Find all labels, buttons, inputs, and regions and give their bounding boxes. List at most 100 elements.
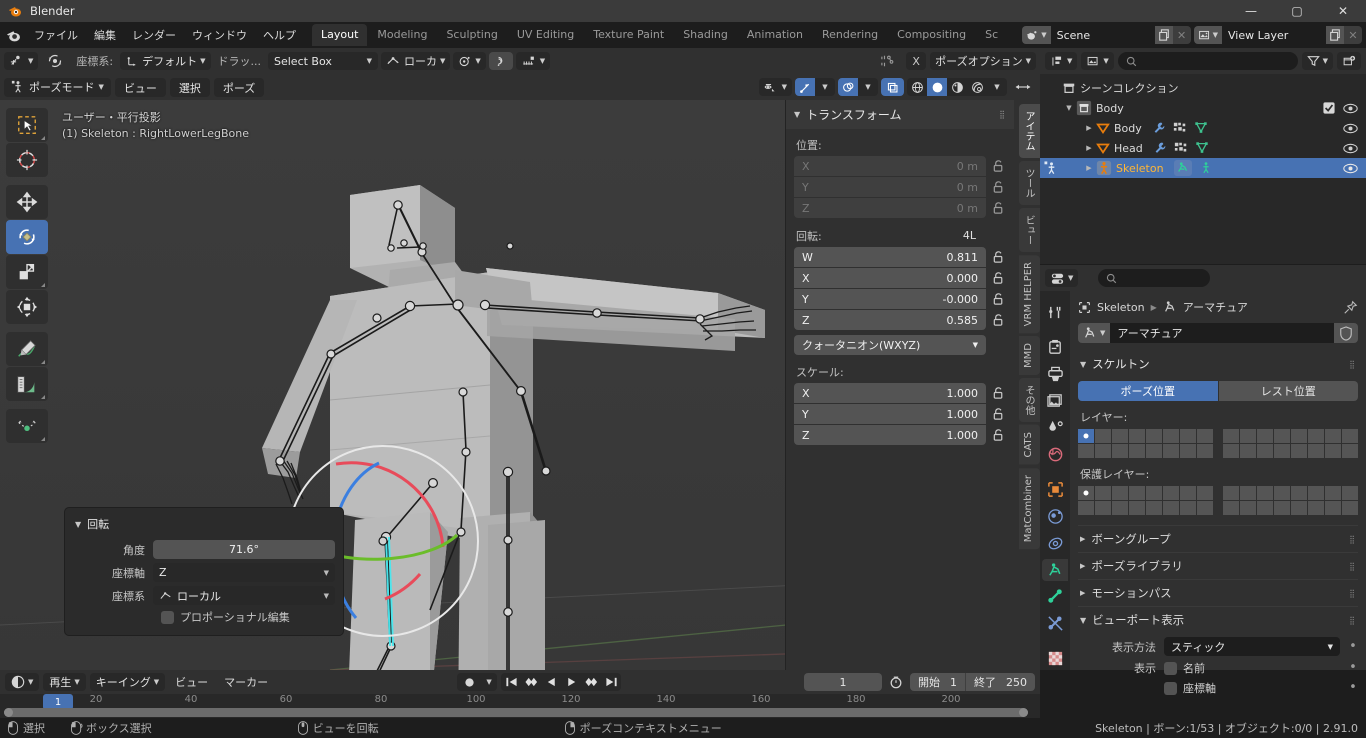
vertex-group-icon[interactable]: [1174, 141, 1188, 155]
protected-layer-cell[interactable]: [1078, 501, 1094, 515]
unlink-scene-button[interactable]: ✕: [1172, 26, 1191, 44]
auto-keying-button[interactable]: [457, 677, 481, 688]
transform-collapse-arrow-icon[interactable]: ▼: [794, 110, 800, 119]
npanel-tab-other[interactable]: その他: [1019, 378, 1040, 423]
location-x-field[interactable]: X 0 m: [794, 156, 986, 176]
animate-property-dot[interactable]: •: [1348, 661, 1358, 674]
next-keyframe-button[interactable]: [581, 673, 601, 691]
fake-user-button[interactable]: [1334, 323, 1358, 343]
show-names-checkbox[interactable]: [1164, 661, 1177, 675]
rotation-x-field[interactable]: X 0.000: [794, 268, 986, 288]
layer-cell[interactable]: [1291, 444, 1307, 458]
protected-layer-cell[interactable]: [1342, 486, 1358, 500]
properties-tab-physics[interactable]: [1042, 532, 1068, 555]
layer-cell[interactable]: [1078, 429, 1094, 443]
expand-arrow-icon[interactable]: ▶: [1082, 124, 1096, 132]
protected-layer-cell[interactable]: [1146, 501, 1162, 515]
layer-cell[interactable]: [1308, 444, 1324, 458]
protected-layer-cell[interactable]: [1342, 501, 1358, 515]
protected-layer-cell[interactable]: [1146, 486, 1162, 500]
show-overlays-button[interactable]: [838, 78, 858, 96]
protected-layer-cell[interactable]: [1163, 486, 1179, 500]
protected-layer-cell[interactable]: [1325, 486, 1341, 500]
transform-pivot-icon[interactable]: [41, 52, 69, 70]
protected-layer-cell[interactable]: [1291, 501, 1307, 515]
lock-rotation-w-icon[interactable]: [992, 250, 1006, 264]
modifier-wrench-icon[interactable]: [1153, 141, 1167, 155]
rotation-mode-select[interactable]: クォータニオン(WXYZ) ▼: [794, 335, 986, 355]
layer-grid-left[interactable]: [1078, 429, 1213, 458]
lock-location-y-icon[interactable]: [992, 180, 1006, 194]
layer-cell[interactable]: [1197, 429, 1213, 443]
overlay-options-dropdown[interactable]: ▼: [858, 78, 878, 96]
breadcrumb-data-name[interactable]: アーマチュア: [1183, 299, 1248, 315]
play-button[interactable]: [561, 673, 581, 691]
layer-cell[interactable]: [1129, 429, 1145, 443]
previous-keyframe-button[interactable]: [521, 673, 541, 691]
layer-cell[interactable]: [1146, 429, 1162, 443]
properties-tab-render[interactable]: [1042, 336, 1068, 359]
display-as-select[interactable]: スティック ▼: [1164, 637, 1340, 656]
scale-x-field[interactable]: X 1.000: [794, 383, 986, 403]
minimize-button[interactable]: —: [1228, 0, 1274, 22]
lock-location-z-icon[interactable]: [992, 201, 1006, 215]
auto-keying-options-dropdown[interactable]: ▼: [481, 678, 497, 686]
pose-library-panel-header[interactable]: ▶ ポーズライブラリ ⣿: [1078, 552, 1358, 579]
collapse-arrow-icon[interactable]: ▼: [1080, 616, 1086, 625]
protected-layer-cell[interactable]: [1291, 486, 1307, 500]
panel-drag-grip[interactable]: ⣿: [1349, 535, 1356, 544]
select-box-tool[interactable]: [6, 108, 48, 142]
protected-layer-cell[interactable]: [1095, 501, 1111, 515]
protected-layer-cell[interactable]: [1223, 501, 1239, 515]
mesh-data-icon[interactable]: [1194, 121, 1208, 135]
workspace-tab-shading[interactable]: Shading: [674, 24, 737, 46]
scale-z-field[interactable]: Z 1.000: [794, 425, 986, 445]
properties-tab-bone[interactable]: [1042, 585, 1068, 608]
shading-options-dropdown[interactable]: ▼: [987, 78, 1007, 96]
scene-name[interactable]: Scene: [1050, 26, 1155, 44]
outliner-display-mode-dropdown[interactable]: ▼: [1081, 52, 1114, 70]
protected-layer-cell[interactable]: [1257, 501, 1273, 515]
protected-grid-left[interactable]: [1078, 486, 1213, 515]
view-layer-name[interactable]: View Layer: [1222, 26, 1326, 44]
jump-to-end-button[interactable]: [601, 673, 621, 691]
panel-drag-grip[interactable]: ⣿: [1349, 562, 1356, 571]
menu-window[interactable]: ウィンドウ: [184, 24, 255, 46]
transform-pivot-point-dropdown[interactable]: ▼: [453, 52, 486, 70]
rest-position-button[interactable]: レスト位置: [1218, 381, 1358, 401]
move-tool[interactable]: [6, 185, 48, 219]
close-button[interactable]: ✕: [1320, 0, 1366, 22]
timeline-horizontal-scrollbar[interactable]: [4, 708, 1028, 717]
expand-arrow-icon[interactable]: ▶: [1080, 535, 1085, 543]
mesh-data-icon[interactable]: [1195, 141, 1209, 155]
timeline-editor-type-dropdown[interactable]: ▼: [5, 673, 40, 691]
armature-datablock-name[interactable]: アーマチュア: [1110, 323, 1334, 343]
npanel-tab-vrm-helper[interactable]: VRM HELPER: [1019, 255, 1040, 334]
skeleton-panel-header[interactable]: ▼ スケルトン ⣿: [1078, 351, 1358, 377]
panel-drag-grip[interactable]: ⣿: [999, 110, 1006, 119]
layer-cell[interactable]: [1274, 429, 1290, 443]
layer-cell[interactable]: [1325, 444, 1341, 458]
orientation-dropdown[interactable]: デフォルト ▼: [120, 52, 211, 70]
playback-dropdown[interactable]: 再生 ▼: [43, 673, 86, 691]
axis-select[interactable]: Z ▼: [153, 563, 335, 582]
start-frame-field[interactable]: 開始 1: [910, 673, 966, 691]
layer-grid-right[interactable]: [1223, 429, 1358, 458]
menu-view[interactable]: ビュー: [114, 77, 166, 97]
lock-scale-x-icon[interactable]: [992, 386, 1006, 400]
end-frame-field[interactable]: 終了 250: [966, 673, 1035, 691]
outliner-row-head-mesh[interactable]: ▶ Head: [1040, 138, 1366, 158]
layer-cell[interactable]: [1240, 429, 1256, 443]
new-scene-button[interactable]: [1154, 26, 1173, 44]
transform-panel-header[interactable]: ▼ トランスフォーム ⣿: [786, 100, 1014, 129]
protected-layer-cell[interactable]: [1257, 486, 1273, 500]
workspace-tab-rendering[interactable]: Rendering: [813, 24, 887, 46]
eye-icon[interactable]: [1343, 103, 1358, 114]
menu-edit[interactable]: 編集: [86, 24, 124, 46]
outliner-search-input[interactable]: [1117, 52, 1298, 70]
viewport-display-panel-header[interactable]: ▼ ビューポート表示 ⣿: [1078, 606, 1358, 633]
animate-property-dot[interactable]: •: [1348, 681, 1358, 694]
layer-cell[interactable]: [1342, 429, 1358, 443]
scale-tool[interactable]: [6, 255, 48, 289]
scene-browse-icon[interactable]: ▼: [1022, 26, 1051, 44]
